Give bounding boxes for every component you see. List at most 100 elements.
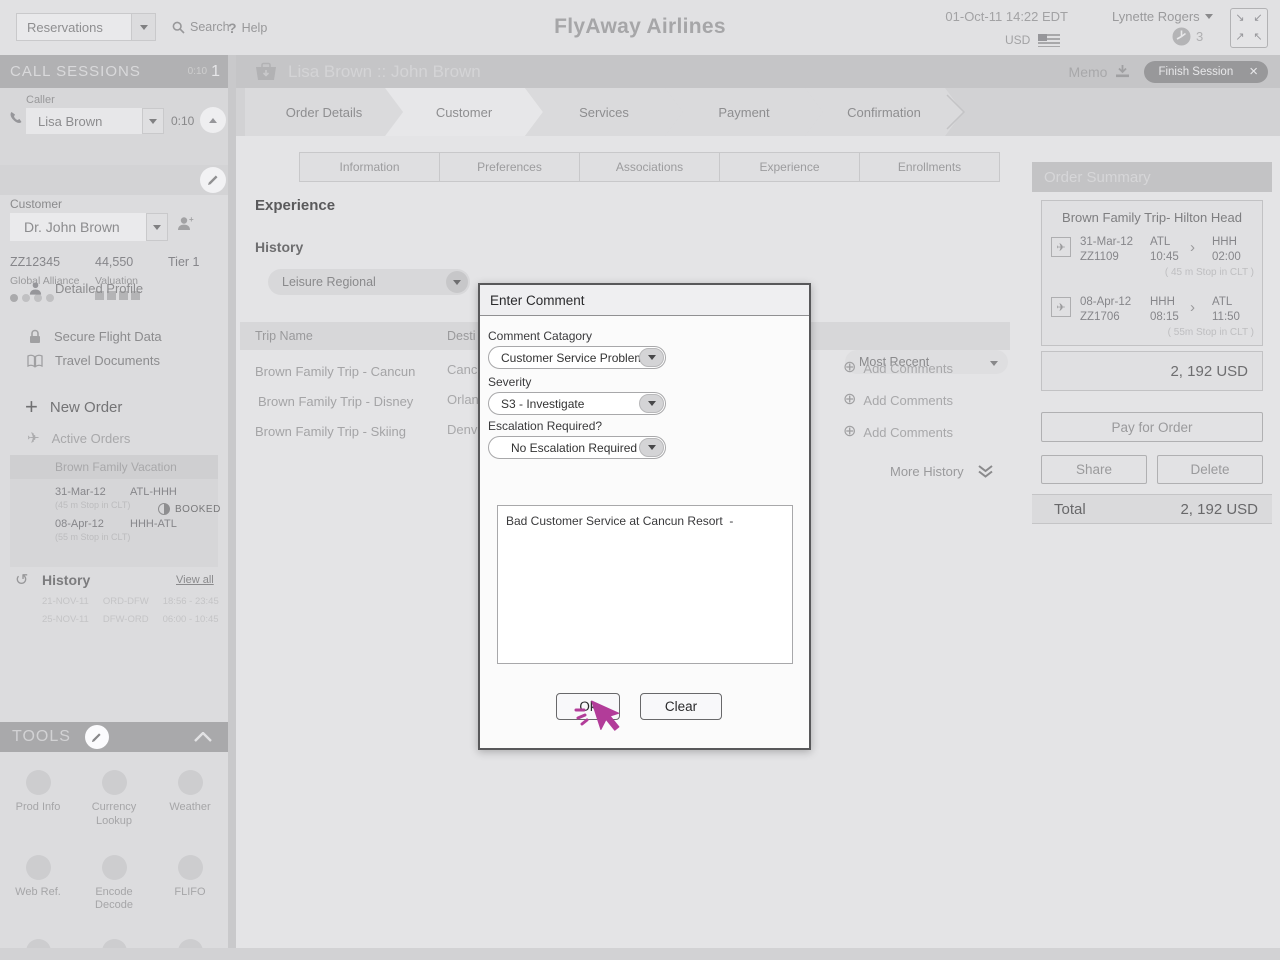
active-order-card[interactable]: Brown Family Vacation 31-Mar-12 ATL-HHH …	[10, 455, 218, 567]
table-row-trip[interactable]: Brown Family Trip - Cancun	[255, 364, 415, 379]
tab-label: Information	[339, 160, 399, 174]
tab-associations[interactable]: Associations	[579, 152, 720, 182]
flight-dep-time: 10:45	[1150, 251, 1179, 263]
flight-to: HHH 02:00	[1212, 235, 1241, 265]
customer-tabs: Information Preferences Associations Exp…	[300, 152, 1000, 182]
collapse-caller-button[interactable]	[200, 107, 226, 133]
add-comments-button[interactable]: ⊕ Add Comments	[843, 392, 953, 408]
country-flag-icon[interactable]	[1038, 34, 1060, 47]
comment-textarea[interactable]: Bad Customer Service at Cancun Resort -	[497, 505, 793, 664]
delete-button[interactable]: Delete	[1157, 455, 1263, 484]
caller-select-arrow[interactable]	[142, 108, 164, 134]
memo-download-icon[interactable]	[1115, 65, 1130, 78]
tab-enrollments[interactable]: Enrollments	[859, 152, 1000, 182]
add-customer-button[interactable]: +	[176, 215, 194, 233]
reservations-select[interactable]: Reservations	[16, 13, 132, 41]
customer-points: 44,550	[95, 255, 133, 269]
page-title: Experience	[255, 197, 335, 214]
more-history-button[interactable]: More History	[890, 464, 993, 479]
category-value: Customer Service Problem	[501, 351, 644, 365]
search-button[interactable]: Search	[172, 20, 230, 34]
customer-select[interactable]: Dr. John Brown	[10, 213, 146, 241]
tool-label: Web Ref.	[15, 886, 61, 900]
caller-select[interactable]: Lisa Brown	[26, 108, 142, 134]
edit-tools-button[interactable]	[85, 725, 109, 749]
call-sessions-timer: 0:10	[188, 66, 207, 77]
finish-session-button[interactable]: Finish Session ×	[1144, 61, 1268, 83]
left-sidebar: CALL SESSIONS 0:10 1 Caller Lisa Brown 0…	[0, 55, 228, 948]
enter-comment-dialog: Enter Comment Comment Catagory Customer …	[478, 283, 811, 750]
tab-preferences[interactable]: Preferences	[439, 152, 580, 182]
app-root: Reservations Search ? Help FlyAway Airli…	[0, 0, 1280, 960]
session-gauge[interactable]: 3	[1172, 27, 1203, 46]
session-title: Lisa Brown :: John Brown	[288, 62, 481, 82]
escalation-dropdown[interactable]: No Escalation Required	[488, 436, 666, 459]
history-filter-dropdown[interactable]: Leisure Regional	[268, 269, 470, 295]
user-menu[interactable]: Lynette Rogers	[1112, 9, 1213, 24]
edit-caller-button[interactable]	[200, 167, 226, 193]
sidebar-item-new-order[interactable]: + New Order	[25, 398, 122, 416]
sidebar-item-active-orders[interactable]: ✈ Active Orders	[27, 429, 130, 447]
gauge-icon	[1172, 27, 1191, 46]
flight-date-number: 31-Mar-12 ZZ1109	[1080, 235, 1133, 265]
clear-label: Clear	[665, 699, 697, 714]
tool-flifo[interactable]: FLIFO	[152, 855, 228, 914]
tool-prod-info[interactable]: Prod Info	[0, 770, 76, 829]
add-comments-button[interactable]: ⊕ Add Comments	[843, 360, 953, 376]
breadcrumb-step-customer[interactable]: Customer	[385, 88, 543, 136]
tools-title: TOOLS	[0, 728, 71, 746]
sidebar-item-label: Detailed Profile	[55, 281, 143, 296]
plane-icon: ✈	[1056, 301, 1065, 314]
tool-icon	[26, 770, 51, 795]
tool-web-ref[interactable]: Web Ref.	[0, 855, 76, 914]
flight-note: ( 55m Stop in CLT )	[1142, 327, 1254, 338]
table-row-trip[interactable]: Brown Family Trip - Skiing	[255, 424, 406, 439]
tool-label: Currency Lookup	[84, 801, 144, 829]
flight-from: ATL 10:45	[1150, 235, 1179, 265]
breadcrumb-step-confirmation[interactable]: Confirmation	[805, 88, 963, 136]
currency-label: USD	[1005, 33, 1030, 47]
history-row[interactable]: 21-NOV-11 ORD-DFW 18:56 - 23:45	[42, 596, 219, 607]
tab-experience[interactable]: Experience	[719, 152, 860, 182]
add-comments-label: Add Comments	[863, 361, 953, 376]
order-price-box: 2, 192 USD	[1041, 351, 1263, 391]
memo-button[interactable]: Memo	[1069, 64, 1108, 80]
plane-icon: ✈	[1056, 241, 1065, 254]
sidebar-item-detailed-profile[interactable]: Detailed Profile	[28, 281, 143, 296]
history-icon: ↺	[15, 570, 28, 590]
caller-timer: 0:10	[171, 114, 194, 128]
sidebar-item-secure-flight-data[interactable]: Secure Flight Data	[28, 329, 162, 344]
reservations-select-arrow[interactable]	[132, 13, 156, 41]
flight-dest: ATL	[1212, 296, 1232, 308]
severity-dropdown[interactable]: S3 - Investigate	[488, 392, 666, 415]
breadcrumb-step-payment[interactable]: Payment	[665, 88, 823, 136]
customer-select-arrow[interactable]	[146, 213, 168, 241]
tool-weather[interactable]: Weather	[152, 770, 228, 829]
breadcrumb-label: Services	[579, 105, 629, 120]
flight-number: ZZ1109	[1080, 251, 1119, 263]
tool-encode-decode[interactable]: Encode Decode	[76, 855, 152, 914]
help-icon: ?	[228, 20, 237, 36]
sidebar-item-travel-documents[interactable]: Travel Documents	[27, 353, 160, 368]
customer-name: Dr. John Brown	[24, 219, 120, 235]
table-row-trip[interactable]: Brown Family Trip - Disney	[258, 394, 413, 409]
clear-button[interactable]: Clear	[640, 693, 722, 720]
breadcrumb-step-order-details[interactable]: Order Details	[245, 88, 403, 136]
category-dropdown[interactable]: Customer Service Problem	[488, 346, 666, 369]
help-button[interactable]: ? Help	[228, 20, 267, 36]
tab-information[interactable]: Information	[299, 152, 440, 182]
collapse-tools-button chevron-up-icon[interactable]	[194, 732, 212, 742]
session-header: Lisa Brown :: John Brown Memo Finish Ses…	[236, 55, 1280, 88]
tool-currency-lookup[interactable]: Currency Lookup	[76, 770, 152, 829]
pay-for-order-button[interactable]: Pay for Order	[1041, 412, 1263, 442]
chevron-right-icon: ›	[1190, 239, 1195, 256]
add-comments-button[interactable]: ⊕ Add Comments	[843, 424, 953, 440]
share-button[interactable]: Share	[1041, 455, 1147, 484]
breadcrumb-step-services[interactable]: Services	[525, 88, 683, 136]
view-all-link[interactable]: View all	[176, 574, 214, 586]
search-label: Search	[190, 20, 230, 34]
escalation-value: No Escalation Required	[511, 441, 637, 455]
dialog-header[interactable]: Enter Comment	[480, 285, 809, 316]
collapse-window-button[interactable]: ↘ ↙ ↗ ↖	[1230, 8, 1268, 48]
history-row[interactable]: 25-NOV-11 DFW-ORD 06:00 - 10:45	[42, 614, 219, 625]
